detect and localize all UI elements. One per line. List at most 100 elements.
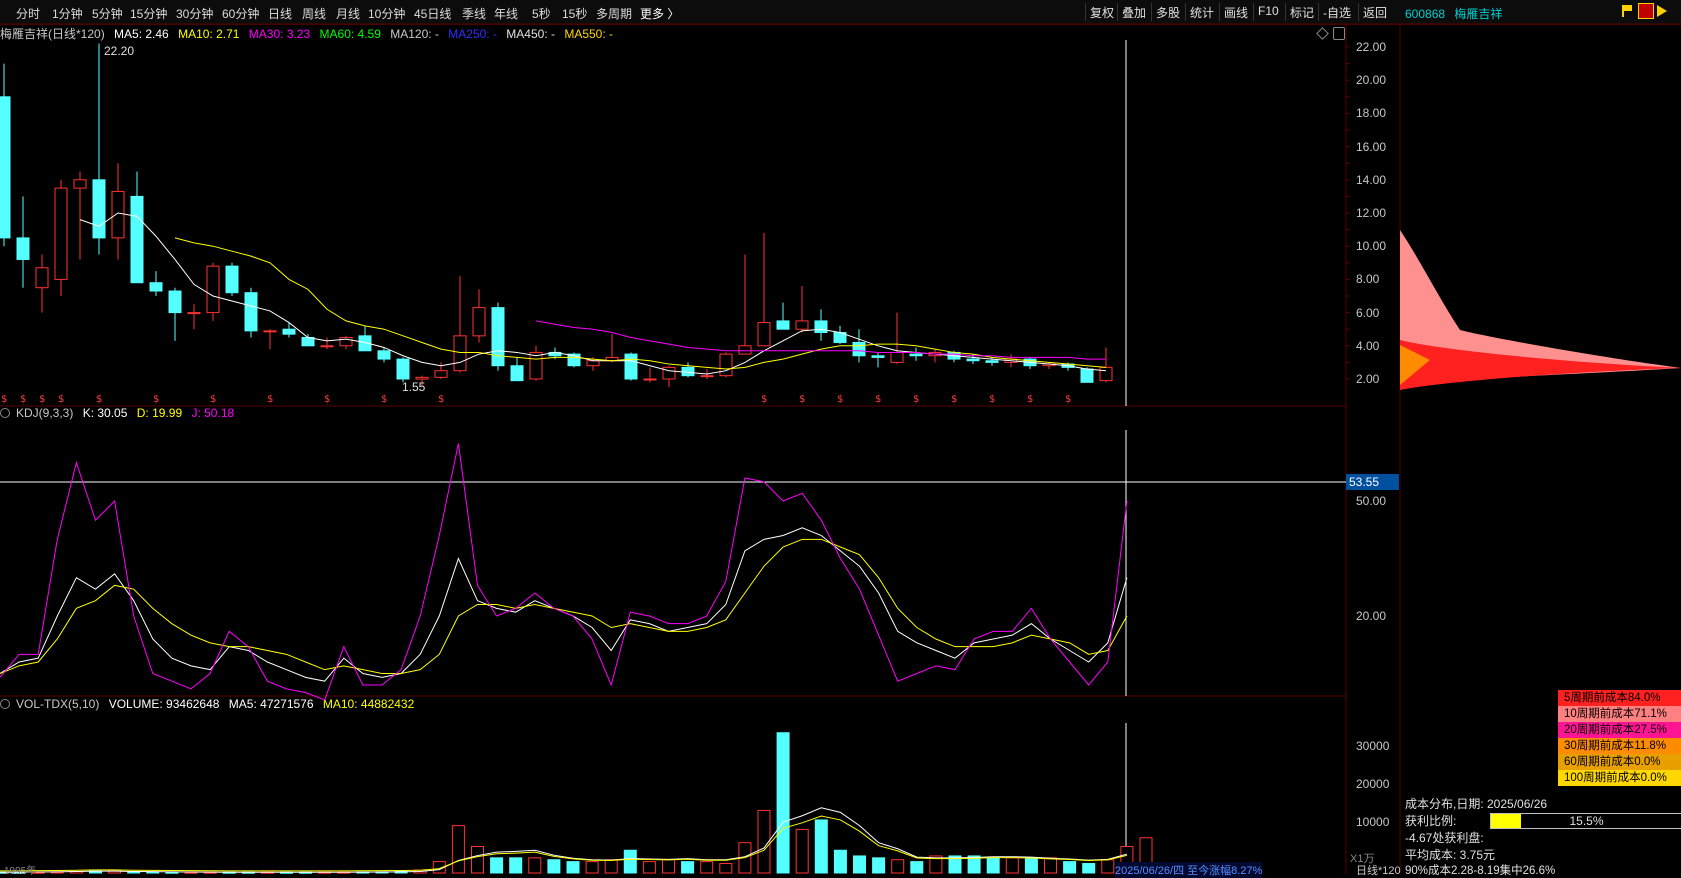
price-axis-label: 12.00 [1356, 206, 1387, 220]
volume-bar [1024, 857, 1038, 874]
candle-body [35, 267, 49, 289]
crosshair-value-badge: 53.55 [1346, 474, 1399, 490]
cost-row-5: 100周期前成本0.0% [1558, 770, 1681, 786]
volume-axis-label: 20000 [1356, 777, 1390, 791]
candle-body [1099, 366, 1113, 382]
dividend-marker: $ [381, 394, 387, 405]
ma-line-ma10 [174, 237, 1107, 370]
price-axis-label: 20.00 [1356, 73, 1387, 88]
dividend-marker: $ [989, 394, 995, 405]
dividend-marker: $ [58, 394, 64, 405]
volume-bar [471, 845, 484, 874]
volume-bar [451, 825, 465, 874]
price-axis-label: 8.00 [1356, 272, 1380, 287]
volume-bar [528, 857, 542, 874]
kdj-line-k [0, 527, 1128, 682]
high-annotation: 22.20 [104, 44, 135, 58]
profit-label: 获利比例: [1405, 814, 1457, 828]
candle-body [871, 355, 885, 358]
candle-body [776, 320, 790, 330]
volume-bar [604, 859, 618, 874]
candle-body [510, 365, 524, 382]
candle-body [187, 312, 201, 315]
volume-bar [853, 855, 866, 874]
dividend-marker: $ [324, 394, 330, 405]
dividend-marker: $ [39, 394, 45, 405]
dividend-marker: $ [951, 394, 957, 405]
dividend-marker: $ [799, 394, 805, 405]
dividend-marker: $ [20, 394, 26, 405]
candle-body [852, 341, 866, 357]
candle-body [73, 179, 87, 189]
candle-body [415, 376, 429, 380]
candle-body [92, 179, 106, 239]
volume-bar [833, 849, 847, 874]
volume-bar [1005, 857, 1019, 874]
candle-body [738, 345, 752, 355]
kdj-axis-label: 50.00 [1356, 494, 1387, 508]
volume-bar [566, 861, 580, 874]
dividend-marker: $ [913, 394, 919, 405]
volume-bar [872, 857, 886, 874]
candle-body [909, 353, 923, 357]
candle-body [244, 292, 258, 332]
volume-bar [700, 861, 714, 874]
candle-body [700, 375, 714, 378]
ma-line-ma5 [79, 212, 1107, 375]
candle-body [434, 370, 448, 378]
candle-body [890, 351, 904, 363]
candle-body [966, 358, 980, 362]
average-cost: 平均成本: 3.75元 [1405, 848, 1496, 862]
cost-row-0: 5周期前成本84.0% [1558, 690, 1681, 706]
price-axis-label: 10.00 [1356, 239, 1387, 254]
bottom-date-readout: 2025/06/26/四 至今涨幅8.27% [1115, 862, 1263, 878]
candle-body [0, 96, 11, 239]
cost-concentration: 90%成本2.28-8.19集中26.6% [1405, 865, 1556, 877]
dividend-marker: $ [875, 394, 881, 405]
bottom-left-date: 1995年 [4, 866, 37, 877]
price-axis-label: 22.00 [1356, 40, 1387, 54]
volume-bar [585, 861, 599, 874]
volume-axis-label: 10000 [1356, 815, 1390, 829]
volume-bar [986, 857, 1000, 874]
candle-body [985, 360, 999, 363]
dividend-marker: $ [96, 394, 102, 405]
volume-bar [776, 732, 790, 874]
price-axis-label: 18.00 [1356, 106, 1387, 121]
candle-body [719, 353, 733, 377]
profit-ratio-bar: 15.5% [1490, 813, 1681, 829]
profit-curve-label: -4.67处获利盘: [1405, 831, 1484, 845]
volume-bar [719, 863, 733, 874]
chart-canvas[interactable]: $ $ $ $ $ $ $ $ $ $ $ $ $ $ $ $ $ $ $ $ [0, 0, 1681, 874]
price-axis-label: 14.00 [1356, 172, 1387, 187]
dividend-marker: $ [438, 394, 444, 405]
candle-body [529, 351, 543, 380]
dividend-marker: $ [761, 394, 767, 405]
volume-bar [910, 861, 924, 874]
candle-body [320, 345, 334, 348]
candle-body [586, 360, 600, 367]
cost-distribution-legend: 5周期前成本84.0% 10周期前成本71.1% 20周期前成本27.5% 30周期前… [1558, 690, 1681, 786]
dividend-marker: $ [267, 394, 273, 405]
dividend-marker: $ [1027, 394, 1033, 405]
cost-row-3: 30周期前成本11.8% [1558, 738, 1681, 754]
price-axis-label: 4.00 [1356, 338, 1380, 353]
candle-body [149, 282, 163, 292]
volume-bar [795, 828, 809, 874]
candle-body [624, 353, 638, 380]
volume-bar [127, 871, 141, 874]
candle-body [814, 320, 828, 334]
dividend-marker: $ [837, 394, 843, 405]
candle-body [396, 358, 410, 380]
price-axis-label: 6.00 [1356, 305, 1380, 320]
candle-body [225, 265, 239, 294]
candle-body [54, 187, 68, 280]
candle-body [472, 307, 486, 337]
profit-ratio-value: 15.5% [1569, 814, 1604, 828]
kdj-axis-label: 20.00 [1356, 609, 1387, 623]
candle-body [168, 290, 182, 314]
candle-body [491, 307, 505, 367]
candle-body [377, 350, 391, 360]
cost-row-4: 60周期前成本0.0% [1558, 754, 1681, 770]
volume-bar [623, 849, 637, 874]
